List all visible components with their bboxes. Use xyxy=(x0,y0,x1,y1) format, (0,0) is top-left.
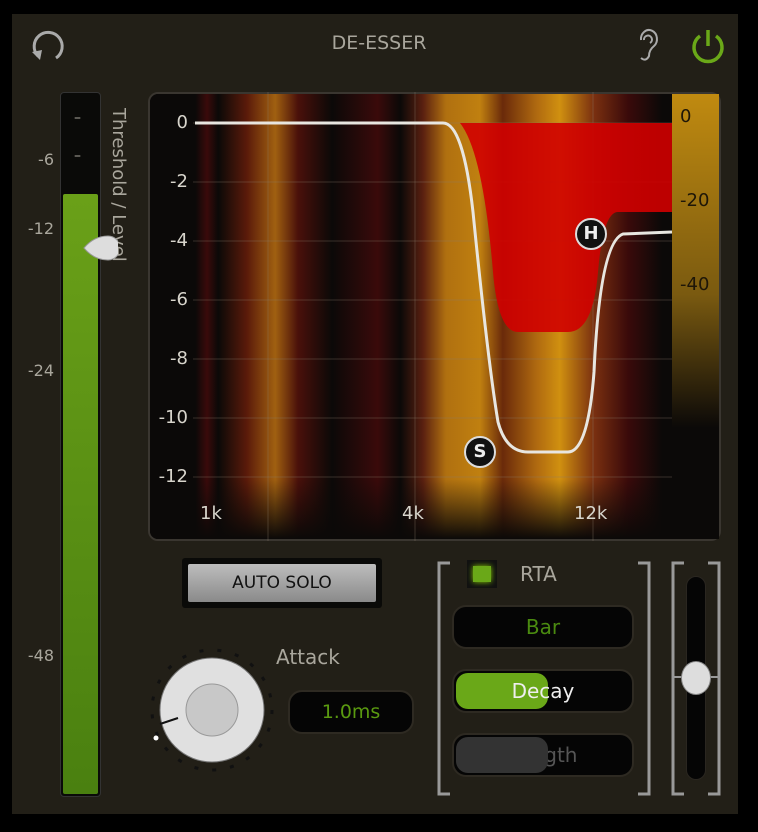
vertical-slider-thumb[interactable] xyxy=(681,661,711,695)
x-axis-label: 1k xyxy=(200,503,222,524)
x-axis-label: 4k xyxy=(402,503,424,524)
y-axis-label: -4 xyxy=(170,230,188,251)
attack-value-display[interactable]: 1.0ms xyxy=(288,690,414,734)
reset-icon[interactable] xyxy=(28,26,68,64)
y-axis-label: -8 xyxy=(170,348,188,369)
rta-enable-checkbox[interactable] xyxy=(467,560,497,588)
rta-decay-slider[interactable]: Decay xyxy=(452,669,634,713)
y-axis-label: -6 xyxy=(170,289,188,310)
gain-reduction-area xyxy=(460,123,672,332)
rta-enable-led xyxy=(473,566,491,582)
rta-length-slider[interactable]: Length xyxy=(452,733,634,777)
gain-label: -20 xyxy=(680,190,710,211)
y-axis-label: -10 xyxy=(158,407,188,428)
meter-scale-label: -24 xyxy=(27,361,54,380)
auto-solo-frame: AUTO SOLO xyxy=(182,558,382,608)
rta-bar-button[interactable]: Bar xyxy=(452,605,634,649)
power-icon[interactable] xyxy=(688,26,728,66)
gain-reduction-scale xyxy=(672,94,719,539)
auto-solo-button[interactable]: AUTO SOLO xyxy=(188,564,376,602)
rta-label: RTA xyxy=(520,562,557,586)
gain-label: 0 xyxy=(680,106,692,127)
decay-label: Decay xyxy=(511,679,575,703)
y-axis-label: 0 xyxy=(176,112,188,133)
meter-scale-label: -48 xyxy=(27,646,54,665)
gain-label: -40 xyxy=(680,274,710,295)
sibilance-node[interactable]: S xyxy=(464,436,496,468)
threshold-handle[interactable] xyxy=(82,234,118,262)
eq-curve-layer xyxy=(193,92,673,541)
y-axis-label: -12 xyxy=(158,466,188,487)
x-axis-label: 12k xyxy=(574,503,608,524)
meter-scale-label: -12 xyxy=(27,219,54,238)
length-fill xyxy=(456,737,548,773)
meter-tick: – xyxy=(74,110,81,126)
meter-tick: – xyxy=(74,148,81,164)
meter-scale-label: -6 xyxy=(38,150,54,169)
high-node[interactable]: H xyxy=(575,218,607,250)
meter-fill xyxy=(63,194,98,794)
attack-knob[interactable] xyxy=(148,646,280,776)
level-meter xyxy=(60,92,101,797)
ear-icon[interactable] xyxy=(632,24,662,64)
y-axis-label: -2 xyxy=(170,171,188,192)
attack-label: Attack xyxy=(276,645,340,669)
